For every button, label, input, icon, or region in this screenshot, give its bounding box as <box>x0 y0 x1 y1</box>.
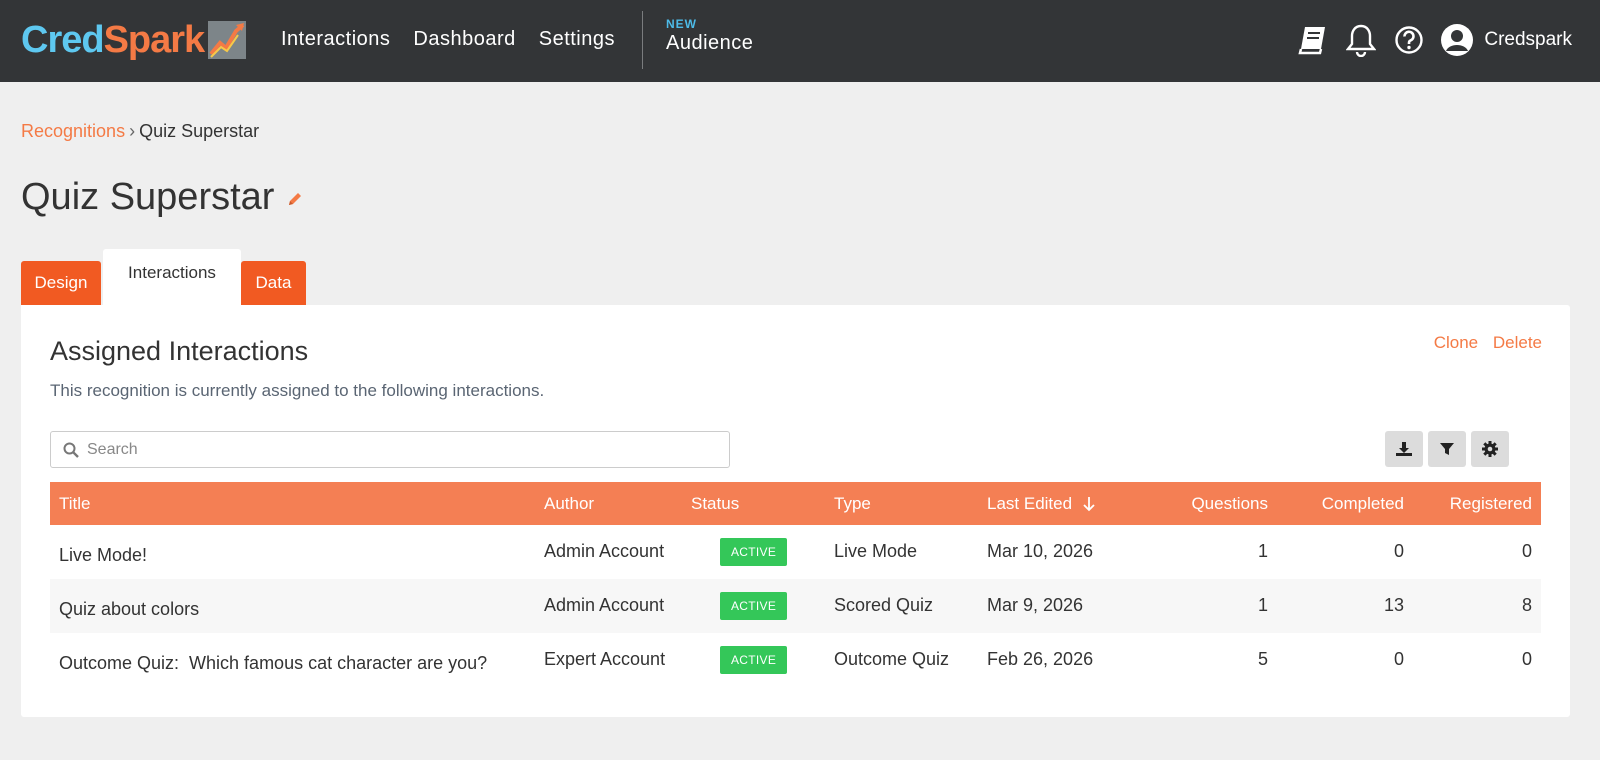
row-status: ACTIVE <box>691 592 834 620</box>
column-header-status[interactable]: Status <box>691 494 834 514</box>
row-completed: 0 <box>1393 648 1404 669</box>
gear-icon <box>1482 441 1498 457</box>
sort-down-arrow-icon <box>1083 496 1095 511</box>
filter-button[interactable] <box>1428 431 1466 467</box>
breadcrumb-separator: › <box>129 121 136 141</box>
column-header-type[interactable]: Type <box>834 494 987 514</box>
main-nav: Interactions Dashboard Settings <box>281 28 638 51</box>
section-title: Assigned Interactions <box>50 336 309 366</box>
status-badge: ACTIVE <box>720 592 788 620</box>
user-icon[interactable] <box>1439 22 1475 58</box>
row-last-edited: Mar 10, 2026 <box>987 540 1094 561</box>
new-badge: NEW <box>666 17 697 31</box>
breadcrumb: Recognitions › Quiz Superstar <box>21 121 259 142</box>
tab-interactions-label: Interactions <box>128 263 216 282</box>
nav-settings[interactable]: Settings <box>539 28 615 51</box>
row-title-link[interactable]: Outcome Quiz: Which famous cat character… <box>50 647 544 674</box>
column-header-registered[interactable]: Registered <box>1404 494 1541 514</box>
nav-divider <box>642 11 643 69</box>
page-title: Quiz Superstar <box>21 176 275 218</box>
breadcrumb-current: Quiz Superstar <box>139 121 260 141</box>
row-title-link[interactable]: Live Mode! <box>50 539 544 566</box>
status-badge: ACTIVE <box>720 538 788 566</box>
column-header-questions[interactable]: Questions <box>1142 494 1268 514</box>
row-completed: 13 <box>1383 594 1404 615</box>
row-last-edited: Mar 9, 2026 <box>987 594 1084 615</box>
tab-design[interactable]: Design <box>21 261 101 305</box>
table-row[interactable]: Live Mode! Admin Account ACTIVE Live Mod… <box>50 525 1541 579</box>
nav-dashboard[interactable]: Dashboard <box>413 28 515 51</box>
search-box[interactable] <box>50 431 730 468</box>
row-completed: 0 <box>1393 540 1404 561</box>
status-badge: ACTIVE <box>720 646 788 674</box>
row-status: ACTIVE <box>691 646 834 674</box>
row-registered: 0 <box>1521 540 1532 561</box>
row-questions: 5 <box>1257 648 1268 669</box>
row-type: Outcome Quiz <box>834 648 950 669</box>
credspark-logo[interactable]: CredSpark <box>21 18 247 62</box>
clone-link[interactable]: Clone <box>1434 333 1478 352</box>
row-type: Scored Quiz <box>834 594 934 615</box>
table-row[interactable]: Outcome Quiz: Which famous cat character… <box>50 633 1541 687</box>
download-button[interactable] <box>1385 431 1423 467</box>
audience-label: Audience <box>666 32 754 54</box>
download-icon <box>1396 442 1412 456</box>
row-questions: 1 <box>1257 594 1268 615</box>
settings-button[interactable] <box>1471 431 1509 467</box>
tab-interactions[interactable]: Interactions <box>103 249 241 305</box>
row-registered: 0 <box>1521 648 1532 669</box>
row-title-link[interactable]: Quiz about colors <box>50 593 544 620</box>
row-registered: 8 <box>1521 594 1532 615</box>
search-input[interactable] <box>87 440 729 459</box>
delete-link[interactable]: Delete <box>1493 333 1542 352</box>
row-type: Live Mode <box>834 540 918 561</box>
column-header-author[interactable]: Author <box>544 494 691 514</box>
row-questions: 1 <box>1257 540 1268 561</box>
bell-icon[interactable] <box>1343 22 1379 58</box>
nav-interactions[interactable]: Interactions <box>281 28 390 51</box>
pencil-edit-icon[interactable] <box>286 190 304 208</box>
section-description: This recognition is currently assigned t… <box>50 381 545 400</box>
assigned-interactions-panel: Assigned Interactions This recognition i… <box>21 305 1570 717</box>
column-header-last-edited[interactable]: Last Edited <box>987 494 1142 514</box>
logo-chart-icon <box>208 21 247 59</box>
logo-text: CredSpark <box>21 19 205 61</box>
row-status: ACTIVE <box>691 538 834 566</box>
help-icon[interactable] <box>1391 22 1427 58</box>
row-author: Admin Account <box>544 540 665 561</box>
top-navbar: CredSpark Interactions Dashboard Setting… <box>0 0 1600 82</box>
interactions-table: Title Author Status Type Last Edited Que… <box>50 482 1541 687</box>
column-header-title[interactable]: Title <box>50 494 544 514</box>
tab-data[interactable]: Data <box>241 261 306 305</box>
nav-audience[interactable]: NEW Audience <box>666 17 753 55</box>
row-author: Expert Account <box>544 648 666 669</box>
table-header: Title Author Status Type Last Edited Que… <box>50 482 1541 525</box>
book-icon[interactable] <box>1295 22 1331 58</box>
row-last-edited: Feb 26, 2026 <box>987 648 1094 669</box>
table-row[interactable]: Quiz about colors Admin Account ACTIVE S… <box>50 579 1541 633</box>
filter-icon <box>1440 443 1454 455</box>
last-edited-label: Last Edited <box>987 493 1073 513</box>
panel-actions: Clone Delete <box>1424 333 1542 353</box>
username-label[interactable]: Credspark <box>1484 29 1572 51</box>
column-header-completed[interactable]: Completed <box>1268 494 1404 514</box>
row-author: Admin Account <box>544 594 665 615</box>
tab-data-label: Data <box>255 273 292 292</box>
tab-design-label: Design <box>34 273 88 292</box>
search-icon <box>63 442 79 458</box>
breadcrumb-recognitions-link[interactable]: Recognitions <box>21 121 125 141</box>
